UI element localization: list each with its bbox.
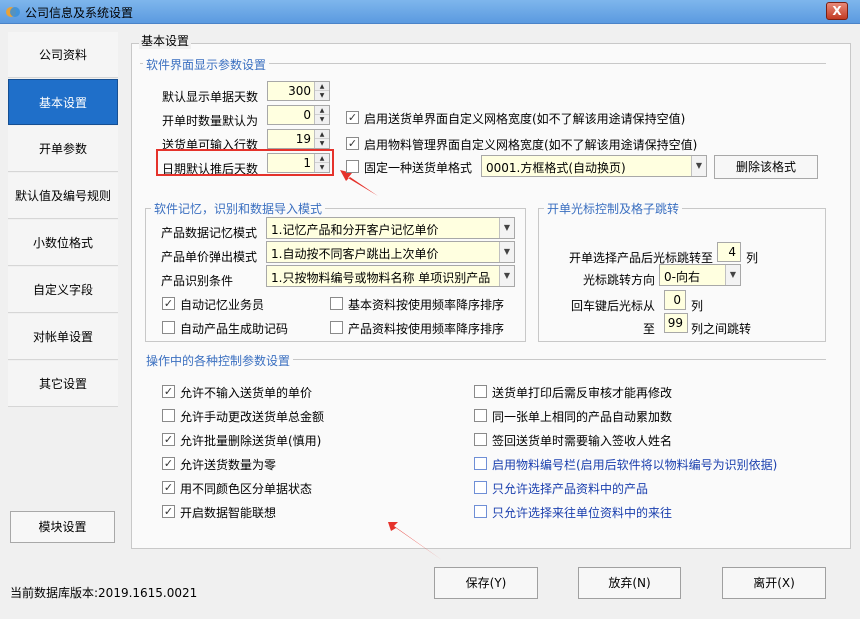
chevron-down-icon[interactable]: ▼ bbox=[691, 156, 706, 176]
checkbox-icon bbox=[474, 457, 487, 470]
spin-down-icon[interactable]: ▼ bbox=[315, 115, 329, 124]
spin-up-icon[interactable]: ▲ bbox=[315, 82, 329, 91]
spin-up-icon[interactable]: ▲ bbox=[315, 106, 329, 115]
spin-down-icon[interactable]: ▼ bbox=[315, 91, 329, 100]
checkbox-icon bbox=[162, 409, 175, 422]
to-label: 至 bbox=[643, 322, 656, 336]
enter-from-input[interactable]: 0 bbox=[664, 290, 686, 310]
enter-col-unit: 列 bbox=[691, 299, 704, 313]
sidebar-item-custom-fields[interactable]: 自定义字段 bbox=[8, 267, 118, 313]
memory-mode-label: 产品数据记忆模式 bbox=[161, 226, 258, 240]
jump-after-input[interactable]: 4 bbox=[717, 242, 741, 262]
checkbox-icon: ✓ bbox=[346, 137, 359, 150]
product-ident-select[interactable]: 1.只按物料编号或物料名称 单项识别产品 ▼ bbox=[266, 265, 515, 287]
sidebar-item-decimals[interactable]: 小数位格式 bbox=[8, 220, 118, 266]
checkbox-icon: ✓ bbox=[162, 297, 175, 310]
checkbox-icon bbox=[474, 433, 487, 446]
spin-up-icon[interactable]: ▲ bbox=[315, 130, 329, 139]
checkbox-icon bbox=[474, 505, 487, 518]
sidebar-item-basic[interactable]: 基本设置 bbox=[8, 79, 118, 125]
memory-mode-select[interactable]: 1.记忆产品和分开客户记忆单价 ▼ bbox=[266, 217, 515, 239]
jump-col-unit: 列 bbox=[746, 251, 759, 265]
checkbox-icon: ✓ bbox=[162, 481, 175, 494]
ops-group-title: 操作中的各种控制参数设置 bbox=[143, 352, 294, 369]
checkbox-icon bbox=[474, 481, 487, 494]
ui-group-title: 软件界面显示参数设置 bbox=[143, 56, 270, 73]
exit-button[interactable]: 离开(X) bbox=[722, 567, 826, 599]
checkbox-icon bbox=[474, 409, 487, 422]
discard-button[interactable]: 放弃(N) bbox=[578, 567, 681, 599]
sidebar-item-statement[interactable]: 对帐单设置 bbox=[8, 314, 118, 360]
chevron-down-icon[interactable]: ▼ bbox=[499, 266, 514, 286]
close-button[interactable]: X bbox=[826, 2, 848, 20]
chevron-down-icon[interactable]: ▼ bbox=[499, 218, 514, 238]
checkbox-icon bbox=[474, 385, 487, 398]
chevron-down-icon[interactable]: ▼ bbox=[725, 265, 740, 285]
cursor-group-title: 开单光标控制及格子跳转 bbox=[544, 200, 683, 217]
sidebar-item-company[interactable]: 公司资料 bbox=[8, 32, 118, 78]
product-ident-label: 产品识别条件 bbox=[161, 274, 234, 288]
delete-format-button[interactable]: 删除该格式 bbox=[714, 155, 818, 179]
default-qty-label: 开单时数量默认为 bbox=[162, 114, 259, 128]
default-days-label: 默认显示单据天数 bbox=[162, 90, 259, 104]
checkbox-icon bbox=[330, 321, 343, 334]
default-qty-spinner[interactable]: 0 ▲ ▼ bbox=[267, 105, 330, 125]
app-icon bbox=[6, 7, 20, 17]
checkbox-icon bbox=[330, 297, 343, 310]
chevron-down-icon[interactable]: ▼ bbox=[499, 242, 514, 262]
highlight-box bbox=[156, 149, 334, 176]
title-bar: 公司信息及系统设置 X bbox=[0, 0, 860, 24]
checkbox-icon: ✓ bbox=[346, 111, 359, 124]
main-title: 基本设置 bbox=[139, 32, 192, 49]
delivery-rows-spinner[interactable]: 19 ▲ ▼ bbox=[267, 129, 330, 149]
price-popup-label: 产品单价弹出模式 bbox=[161, 250, 258, 264]
to-input[interactable]: 99 bbox=[664, 313, 688, 333]
sidebar-item-defaults[interactable]: 默认值及编号规则 bbox=[8, 173, 118, 219]
direction-select[interactable]: 0-向右 ▼ bbox=[659, 264, 741, 286]
default-days-spinner[interactable]: 300 ▲ ▼ bbox=[267, 81, 330, 101]
db-version-label: 当前数据库版本:2019.1615.0021 bbox=[10, 586, 198, 600]
memory-group-title: 软件记忆，识别和数据导入模式 bbox=[151, 200, 326, 217]
checkbox-icon bbox=[162, 321, 175, 334]
between-label: 列之间跳转 bbox=[691, 322, 752, 336]
checkbox-icon: ✓ bbox=[162, 433, 175, 446]
direction-label: 光标跳转方向 bbox=[583, 273, 656, 287]
window-title: 公司信息及系统设置 bbox=[25, 6, 134, 20]
price-popup-select[interactable]: 1.自动按不同客户跳出上次单价 ▼ bbox=[266, 241, 515, 263]
module-settings-button[interactable]: 模块设置 bbox=[10, 511, 115, 543]
spin-down-icon[interactable]: ▼ bbox=[315, 139, 329, 148]
checkbox-icon: ✓ bbox=[162, 385, 175, 398]
sidebar-item-other[interactable]: 其它设置 bbox=[8, 361, 118, 407]
annotation-arrow-icon bbox=[388, 522, 442, 560]
checkbox-icon bbox=[346, 160, 359, 173]
enter-from-label: 回车键后光标从 bbox=[571, 299, 656, 313]
save-button[interactable]: 保存(Y) bbox=[434, 567, 538, 599]
format-select[interactable]: 0001.方框格式(自动换页) ▼ bbox=[481, 155, 707, 177]
sidebar-item-order-params[interactable]: 开单参数 bbox=[8, 126, 118, 172]
checkbox-icon: ✓ bbox=[162, 457, 175, 470]
checkbox-icon: ✓ bbox=[162, 505, 175, 518]
